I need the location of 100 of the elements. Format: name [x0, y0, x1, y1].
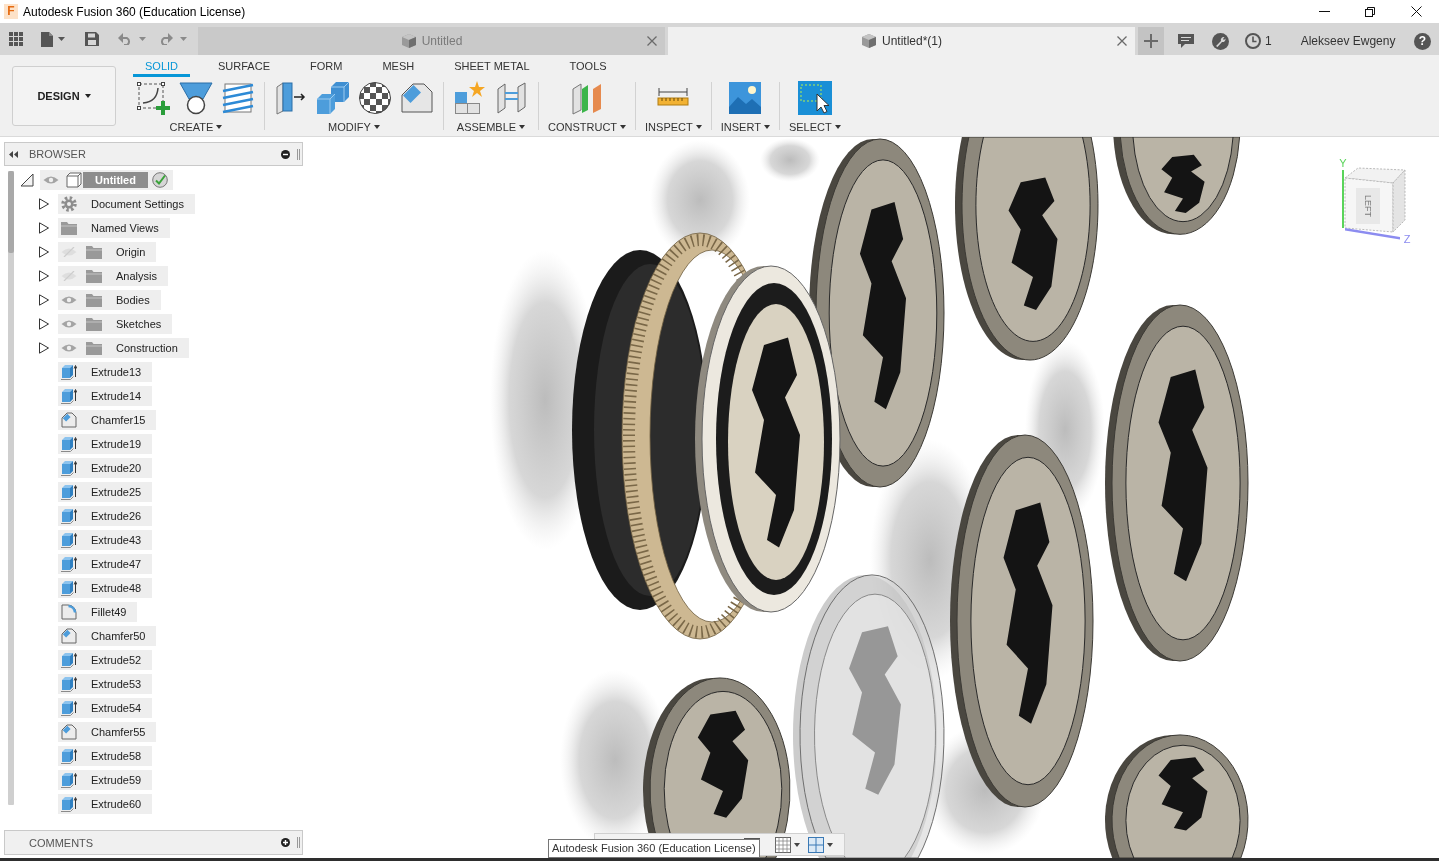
- caret-icon[interactable]: [794, 842, 800, 847]
- tool-group-menu[interactable]: INSERT: [720, 119, 770, 135]
- tree-item[interactable]: Document Settings: [58, 194, 195, 214]
- caret-icon: [834, 125, 841, 129]
- extrude-icon: [61, 748, 77, 764]
- grip-icon[interactable]: [297, 148, 300, 160]
- tool-group-menu[interactable]: INSPECT: [645, 119, 702, 135]
- tree-item[interactable]: Extrude13: [58, 362, 153, 382]
- tool-group-menu[interactable]: MODIFY: [328, 119, 380, 135]
- ribbon-tab[interactable]: TOOLS: [557, 58, 619, 77]
- plus-circle-icon[interactable]: [281, 838, 290, 847]
- tree-item[interactable]: Extrude19: [58, 434, 153, 454]
- extrude-icon: [61, 772, 77, 788]
- tooltip: Autodesk Fusion 360 (Education License): [548, 839, 760, 858]
- expander-icon[interactable]: [38, 270, 50, 282]
- tree-item[interactable]: Extrude59: [58, 770, 153, 790]
- tree-item[interactable]: Extrude14: [58, 386, 153, 406]
- tree-item[interactable]: Chamfer50: [58, 626, 157, 646]
- restore-icon[interactable]: [1365, 6, 1375, 17]
- tool-group-menu[interactable]: ASSEMBLE: [456, 119, 526, 135]
- expander-icon[interactable]: [38, 318, 50, 330]
- expander-icon[interactable]: [38, 222, 50, 234]
- expander-icon[interactable]: [38, 198, 50, 210]
- chamfer-icon: [61, 724, 77, 740]
- tree-item[interactable]: Construction: [58, 338, 189, 358]
- press-pull-icon[interactable]: [274, 81, 308, 115]
- tree-item[interactable]: Extrude43: [58, 530, 153, 550]
- joint-icon[interactable]: [495, 81, 529, 115]
- hole-icon[interactable]: [179, 81, 213, 115]
- tree-item[interactable]: Extrude26: [58, 506, 153, 526]
- tree-item[interactable]: Extrude54: [58, 698, 153, 718]
- minus-circle-icon[interactable]: [281, 149, 290, 159]
- viewports-icon[interactable]: [808, 836, 824, 853]
- save-icon[interactable]: [85, 32, 99, 46]
- scrollbar-thumb[interactable]: [8, 171, 14, 253]
- tree-item[interactable]: Extrude48: [58, 578, 153, 598]
- tree-item[interactable]: Chamfer15: [58, 410, 157, 430]
- tree-item[interactable]: Extrude53: [58, 674, 153, 694]
- expander-icon[interactable]: [38, 246, 50, 258]
- extrude-icon: [61, 460, 77, 476]
- workspace-menu[interactable]: DESIGN: [12, 66, 116, 126]
- minimize-icon[interactable]: [1318, 11, 1330, 12]
- select-icon[interactable]: [797, 81, 832, 115]
- extrude-icon: [61, 676, 77, 692]
- panel-title: BROWSER: [29, 148, 86, 160]
- checker-sphere-icon[interactable]: [358, 81, 392, 115]
- close-icon[interactable]: [1410, 6, 1422, 17]
- thread-icon[interactable]: [221, 81, 255, 115]
- tree-item[interactable]: Sketches: [58, 314, 173, 334]
- comments-header[interactable]: COMMENTS: [4, 830, 303, 855]
- grid-icon[interactable]: [775, 836, 791, 853]
- caret-icon[interactable]: [827, 842, 833, 847]
- grip-icon[interactable]: [297, 837, 300, 848]
- tree-item[interactable]: Bodies: [58, 290, 161, 310]
- check-circle-icon[interactable]: [151, 172, 168, 188]
- new-component-icon[interactable]: [453, 81, 487, 115]
- tree-item[interactable]: Chamfer55: [58, 722, 157, 742]
- expander-icon[interactable]: [20, 173, 34, 187]
- folder-icon: [86, 269, 102, 283]
- user-name[interactable]: Alekseev Ewgeny: [1300, 34, 1396, 48]
- chamfer-icon[interactable]: [400, 81, 434, 115]
- tool-group-menu[interactable]: CREATE: [169, 119, 223, 135]
- tree-item[interactable]: Extrude47: [58, 554, 153, 574]
- ribbon-tab[interactable]: SHEET METAL: [442, 58, 542, 77]
- tree-item[interactable]: Extrude60: [58, 794, 153, 814]
- gear-icon: [61, 196, 77, 212]
- sketch-icon[interactable]: [137, 81, 171, 115]
- extrude-icon: [61, 556, 77, 572]
- tree-item[interactable]: Named Views: [58, 218, 170, 238]
- expander-icon[interactable]: [38, 294, 50, 306]
- new-tab-button[interactable]: [1138, 27, 1164, 55]
- expander-icon[interactable]: [38, 342, 50, 354]
- tree-item[interactable]: Extrude58: [58, 746, 153, 766]
- comment-icon[interactable]: [1178, 34, 1194, 48]
- tree-item[interactable]: Origin: [58, 242, 157, 262]
- file-icon[interactable]: [41, 31, 53, 47]
- tree-item[interactable]: Extrude52: [58, 650, 153, 670]
- tree-item[interactable]: Fillet49: [58, 602, 138, 622]
- plus-icon: [1144, 34, 1158, 48]
- document-tab[interactable]: Untitled*(1): [668, 27, 1135, 55]
- clock-icon[interactable]: [1245, 33, 1261, 49]
- browser-header[interactable]: BROWSER: [4, 142, 303, 166]
- scrollbar[interactable]: [8, 171, 14, 805]
- app-grid-icon[interactable]: [9, 32, 23, 46]
- help-button[interactable]: ?: [1414, 32, 1431, 50]
- tool-group-menu[interactable]: SELECT: [788, 119, 841, 135]
- ribbon-tab[interactable]: FORM: [298, 58, 355, 77]
- wrench-icon[interactable]: [1212, 32, 1229, 50]
- ribbon-tab[interactable]: MESH: [370, 58, 427, 77]
- cubes-icon[interactable]: [316, 81, 350, 115]
- component-icon: [66, 172, 82, 188]
- image-icon[interactable]: [728, 81, 763, 115]
- ribbon-tab[interactable]: SURFACE: [206, 58, 282, 77]
- app-logo: F: [4, 4, 18, 19]
- tool-group-menu[interactable]: CONSTRUCT: [548, 119, 627, 135]
- tree-item[interactable]: Extrude20: [58, 458, 153, 478]
- collapse-icon[interactable]: [9, 150, 18, 158]
- caret-icon[interactable]: [58, 37, 65, 41]
- tree-item[interactable]: Extrude25: [58, 482, 153, 502]
- tree-item[interactable]: Analysis: [58, 266, 168, 286]
